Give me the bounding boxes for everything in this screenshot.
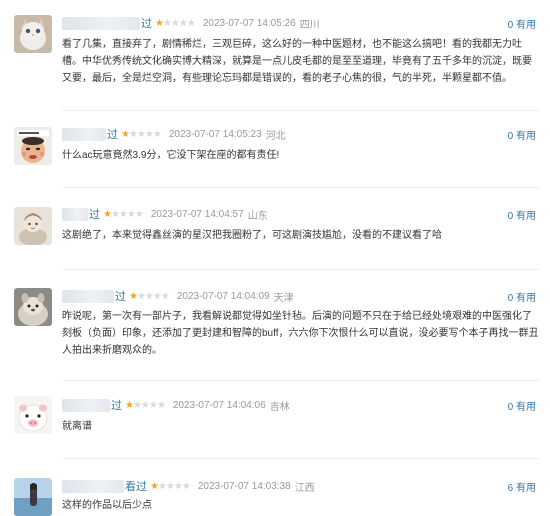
meme-avatar[interactable]	[14, 127, 52, 165]
useful-vote-button[interactable]: 0 有用	[508, 396, 536, 414]
review-location: 吉林	[269, 401, 290, 413]
watched-status: 过	[89, 209, 100, 221]
username-blurred[interactable]	[62, 289, 114, 303]
watched-status: 看过	[125, 481, 147, 493]
review-content: 昨说呢，第一次有一部片子，我看解说都觉得如坐针毡。后演的问题不只在于给已经处境艰…	[62, 311, 539, 356]
divider	[62, 187, 540, 188]
review-time: 2023-07-07 14:05:26	[202, 17, 296, 29]
cat-avatar[interactable]	[14, 15, 52, 53]
watched-status: 过	[115, 291, 126, 303]
username-blurred[interactable]	[62, 207, 88, 221]
rating-stars: ★★★★★	[150, 480, 191, 492]
rating-stars: ★★★★★	[125, 399, 166, 411]
review-time: 2023-07-07 14:04:57	[150, 208, 244, 220]
username-blurred[interactable]	[62, 16, 140, 30]
useful-vote-button[interactable]: 0 有用	[508, 14, 536, 32]
review-time: 2023-07-07 14:05:23	[168, 128, 262, 140]
review-time: 2023-07-07 14:03:38	[197, 480, 291, 492]
username-blurred[interactable]	[62, 479, 124, 493]
useful-vote-button[interactable]: 6 有用	[508, 477, 536, 495]
review-time: 2023-07-07 14:04:09	[176, 290, 270, 302]
rating-stars: ★★★★★	[129, 290, 170, 302]
username-blurred[interactable]	[62, 127, 106, 141]
review-location: 天津	[273, 292, 294, 304]
rating-stars: ★★★★★	[103, 208, 144, 220]
review-time: 2023-07-07 14:04:06	[172, 399, 266, 411]
divider	[62, 458, 540, 459]
username-blurred[interactable]	[62, 398, 110, 412]
review-content: 就离谱	[62, 421, 92, 432]
animal-avatar[interactable]	[14, 288, 52, 326]
seaside-avatar[interactable]	[14, 478, 52, 516]
review-content: 这剧绝了，本来觉得鑫丝演的星汉把我圈粉了，可这剧演技尴尬，没看的不建议看了哈	[62, 230, 442, 241]
divider	[62, 380, 540, 381]
review-content: 什么ac玩意竟然3.9分，它没下架在座的都有责任!	[62, 150, 280, 161]
useful-vote-button[interactable]: 0 有用	[508, 205, 536, 223]
watched-status: 过	[111, 400, 122, 412]
divider	[62, 110, 540, 111]
useful-vote-button[interactable]: 0 有用	[508, 287, 536, 305]
watched-status: 过	[107, 129, 118, 141]
review-content: 看了几集，直接弃了，剧情稀烂，三观巨碎，这么好的一种中医题材，也不能这么搞吧！看…	[62, 39, 532, 84]
rating-stars: ★★★★★	[155, 17, 196, 29]
pig-avatar[interactable]	[14, 396, 52, 434]
review-location: 江西	[294, 482, 315, 494]
doll-avatar[interactable]	[14, 207, 52, 245]
divider	[62, 269, 540, 270]
review-location: 山东	[247, 210, 268, 222]
review-content: 这样的作品以后少点	[62, 500, 152, 511]
review-location: 四川	[299, 19, 320, 31]
rating-stars: ★★★★★	[121, 128, 162, 140]
useful-vote-button[interactable]: 0 有用	[508, 125, 536, 143]
watched-status: 过	[141, 18, 152, 30]
review-location: 河北	[265, 130, 286, 142]
